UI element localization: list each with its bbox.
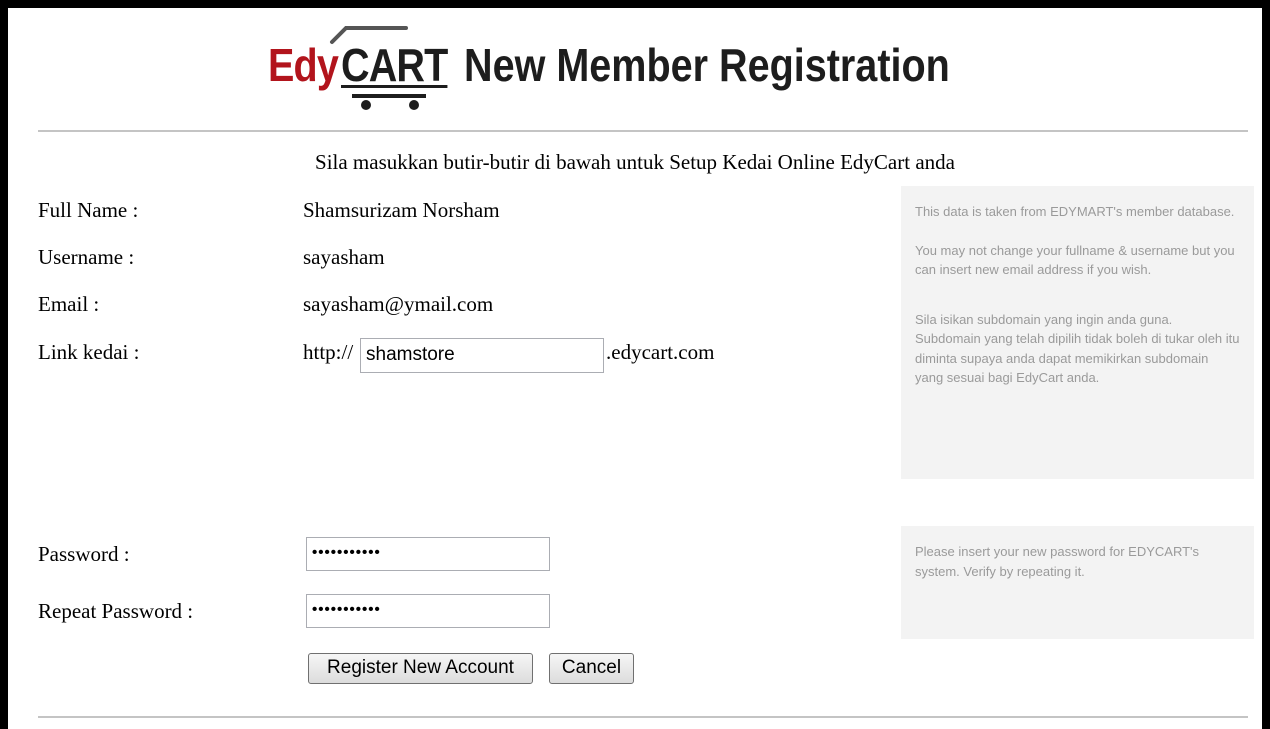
fullname-label: Full Name :: [38, 198, 139, 222]
account-note-change: You may not change your fullname & usern…: [915, 242, 1235, 278]
intro-text: Sila masukkan butir-butir di bawah untuk…: [315, 150, 955, 174]
footer-divider: [38, 716, 1248, 718]
logo-text-edy: Edy: [268, 39, 339, 91]
link-kedai-label: Link kedai :: [38, 340, 140, 364]
username-label: Username :: [38, 245, 135, 269]
page-title: New Member Registration: [464, 39, 950, 91]
username-value: sayasham: [303, 245, 385, 269]
logo-text-cart: CART: [341, 39, 448, 91]
fullname-value: Shamsurizam Norsham: [303, 198, 500, 222]
cancel-button[interactable]: Cancel: [549, 653, 634, 684]
link-suffix: .edycart.com: [606, 340, 715, 364]
link-prefix: http://: [303, 340, 354, 364]
email-label: Email :: [38, 292, 100, 316]
account-note-source: This data is taken from EDYMART's member…: [915, 204, 1235, 219]
password-note: Please insert your new password for EDYC…: [901, 526, 1254, 639]
register-new-account-button[interactable]: Register New Account: [308, 653, 533, 684]
email-value: sayasham@ymail.com: [303, 292, 494, 316]
account-note-subdomain: Sila isikan subdomain yang ingin anda gu…: [915, 311, 1240, 386]
account-info-note: This data is taken from EDYMART's member…: [901, 186, 1254, 479]
password-input[interactable]: •••••••••••: [306, 537, 550, 571]
header-divider: [38, 130, 1248, 132]
registration-page: Edy CART New Member Registration Sila ma…: [8, 8, 1262, 729]
subdomain-input[interactable]: shamstore: [360, 338, 604, 373]
repeat-password-input[interactable]: •••••••••••: [306, 594, 550, 628]
password-note-text: Please insert your new password for EDYC…: [915, 544, 1200, 579]
password-label: Password :: [38, 542, 130, 566]
repeat-password-label: Repeat Password :: [38, 599, 194, 623]
